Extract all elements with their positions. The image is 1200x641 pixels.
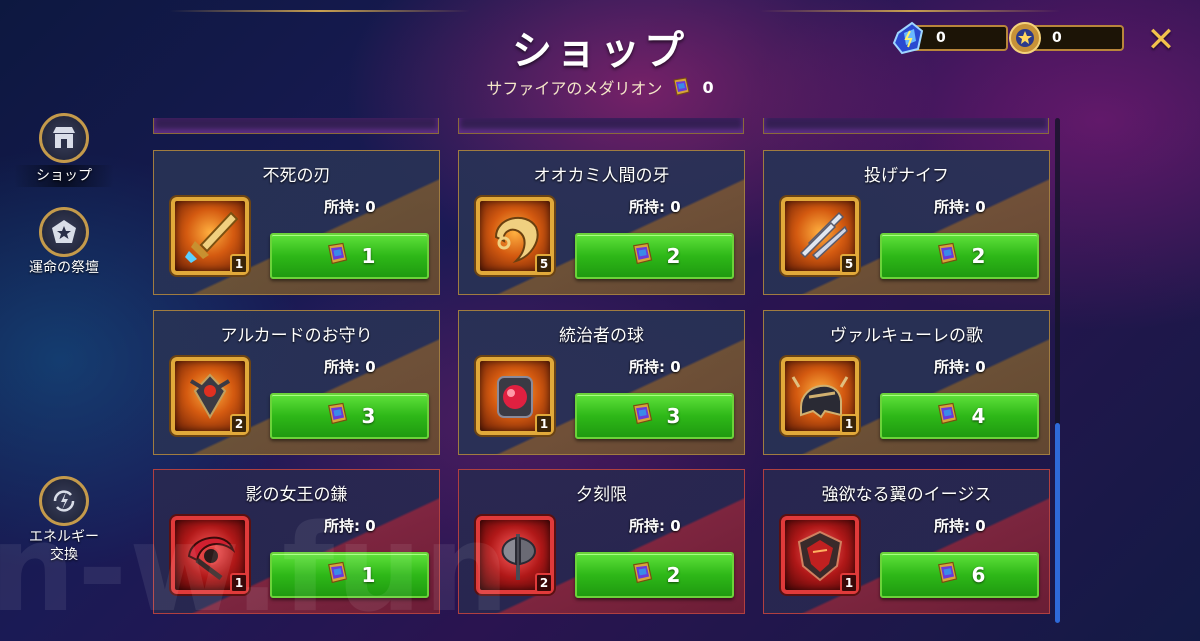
sidebar-item-altar[interactable]: 運命の祭壇 bbox=[14, 207, 114, 277]
item-name: 不死の刃 bbox=[262, 166, 331, 186]
buy-button[interactable]: 1 bbox=[270, 233, 429, 279]
owned-count: 所持: 0 bbox=[324, 198, 376, 216]
sapphire-medallion-icon bbox=[670, 76, 692, 98]
medallion-count: 0 bbox=[702, 77, 714, 97]
buy-button[interactable]: 2 bbox=[575, 233, 734, 279]
partial-card bbox=[458, 118, 744, 134]
item-price: 1 bbox=[361, 244, 376, 268]
item-thumbnail[interactable]: 5 bbox=[781, 197, 859, 275]
owned-count: 所持: 0 bbox=[934, 358, 986, 376]
sapphire-medallion-icon bbox=[324, 401, 350, 431]
item-quantity-badge: 2 bbox=[535, 573, 553, 593]
item-price: 2 bbox=[666, 244, 681, 268]
medal-currency: 0 bbox=[1009, 22, 1124, 54]
shop-item-card: アルカードのお守り所持: 0 2 3 bbox=[153, 310, 440, 455]
close-button[interactable]: ✕ bbox=[1146, 23, 1176, 57]
item-thumbnail[interactable]: 1 bbox=[781, 516, 859, 594]
shop-icon bbox=[39, 113, 89, 163]
item-name: 強欲なる翼のイージス bbox=[821, 485, 992, 505]
item-price: 2 bbox=[971, 244, 986, 268]
shop-item-card: 投げナイフ所持: 0 5 2 bbox=[763, 150, 1050, 295]
currency-subtitle: サファイアのメダリオン 0 bbox=[0, 76, 1200, 98]
sidebar-item-label: ショップ bbox=[14, 165, 114, 187]
medal-value: 0 bbox=[1052, 30, 1062, 46]
item-quantity-badge: 5 bbox=[535, 254, 553, 274]
shop-item-card: ヴァルキューレの歌所持: 0 1 4 bbox=[763, 310, 1050, 455]
medal-icon bbox=[1006, 19, 1044, 57]
item-quantity-badge: 5 bbox=[840, 254, 858, 274]
medallion-name: サファイアのメダリオン bbox=[486, 79, 663, 98]
owned-count: 所持: 0 bbox=[629, 517, 681, 535]
item-price: 3 bbox=[361, 404, 376, 428]
sapphire-medallion-icon bbox=[324, 241, 350, 271]
buy-button[interactable]: 6 bbox=[880, 552, 1039, 598]
sapphire-medallion-icon bbox=[629, 241, 655, 271]
item-name: 統治者の球 bbox=[559, 326, 644, 346]
item-thumbnail[interactable]: 1 bbox=[781, 357, 859, 435]
owned-count: 所持: 0 bbox=[324, 358, 376, 376]
subtitle-divider-right bbox=[760, 10, 1060, 12]
owned-count: 所持: 0 bbox=[629, 198, 681, 216]
item-price: 3 bbox=[666, 404, 681, 428]
item-quantity-badge: 1 bbox=[230, 254, 248, 274]
item-thumbnail[interactable]: 1 bbox=[476, 357, 554, 435]
item-name: ヴァルキューレの歌 bbox=[830, 326, 983, 346]
shop-item-card: オオカミ人間の牙所持: 0 5 2 bbox=[458, 150, 745, 295]
item-thumbnail[interactable]: 2 bbox=[171, 357, 249, 435]
energy-crystal-icon bbox=[890, 19, 928, 57]
item-quantity-badge: 1 bbox=[840, 414, 858, 434]
buy-button[interactable]: 3 bbox=[270, 393, 429, 439]
buy-button[interactable]: 4 bbox=[880, 393, 1039, 439]
buy-button[interactable]: 2 bbox=[575, 552, 734, 598]
subtitle-divider-left bbox=[170, 10, 470, 12]
watermark: n-w.fun bbox=[0, 500, 512, 639]
buy-button[interactable]: 3 bbox=[575, 393, 734, 439]
item-price: 2 bbox=[666, 563, 681, 587]
item-thumbnail[interactable]: 5 bbox=[476, 197, 554, 275]
item-quantity-badge: 2 bbox=[230, 414, 248, 434]
star-altar-icon bbox=[39, 207, 89, 257]
buy-button[interactable]: 2 bbox=[880, 233, 1039, 279]
item-name: オオカミ人間の牙 bbox=[533, 166, 670, 186]
owned-count: 所持: 0 bbox=[934, 198, 986, 216]
item-quantity-badge: 1 bbox=[840, 573, 858, 593]
sapphire-medallion-icon bbox=[934, 241, 960, 271]
sapphire-medallion-icon bbox=[629, 560, 655, 590]
sapphire-medallion-icon bbox=[934, 560, 960, 590]
scrollbar-thumb[interactable] bbox=[1055, 423, 1060, 623]
shop-item-card: 不死の刃所持: 0 1 1 bbox=[153, 150, 440, 295]
sapphire-medallion-icon bbox=[629, 401, 655, 431]
energy-currency: 0 bbox=[892, 21, 1008, 55]
item-name: 投げナイフ bbox=[864, 166, 949, 186]
shop-item-card: 強欲なる翼のイージス所持: 0 1 6 bbox=[763, 469, 1050, 614]
item-quantity-badge: 1 bbox=[535, 414, 553, 434]
sidebar-item-label: 運命の祭壇 bbox=[29, 260, 99, 276]
item-price: 4 bbox=[971, 404, 986, 428]
item-thumbnail[interactable]: 1 bbox=[171, 197, 249, 275]
owned-count: 所持: 0 bbox=[934, 517, 986, 535]
item-name: アルカードのお守り bbox=[220, 326, 373, 346]
sidebar-item-shop[interactable]: ショップ bbox=[14, 113, 114, 187]
item-price: 6 bbox=[971, 563, 986, 587]
partial-card bbox=[153, 118, 439, 134]
scrollbar[interactable] bbox=[1055, 118, 1060, 623]
partial-card bbox=[763, 118, 1049, 134]
sapphire-medallion-icon bbox=[934, 401, 960, 431]
owned-count: 所持: 0 bbox=[629, 358, 681, 376]
energy-value: 0 bbox=[936, 30, 946, 46]
shop-item-card: 統治者の球所持: 0 1 3 bbox=[458, 310, 745, 455]
